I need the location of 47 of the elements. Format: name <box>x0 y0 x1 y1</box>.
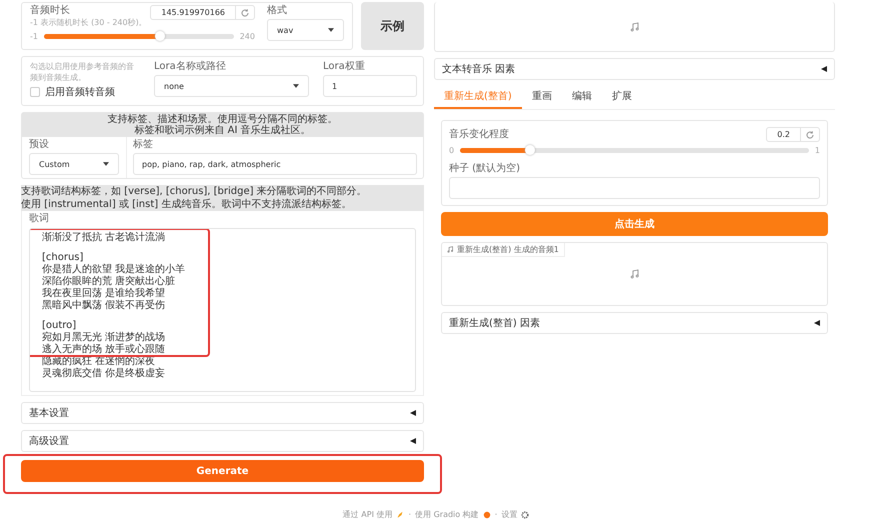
lora-weight-label: Lora权重 <box>323 61 365 73</box>
slider-min: 0 <box>449 146 454 155</box>
settings-accordion[interactable]: 高级设置 <box>21 430 424 452</box>
duration-label: 音频时长 <box>30 5 70 17</box>
tags-info: 支持标签、描述和场景。使用逗号分隔不同的标签。 标签和歌词示例来自 AI 音乐生成社区。 <box>22 113 423 137</box>
tab[interactable]: 重画 <box>522 86 562 109</box>
format-label: 格式 <box>267 5 287 17</box>
settings-accordion[interactable]: 基本设置 <box>21 402 424 424</box>
slider-min: -1 <box>30 32 38 41</box>
variance-label: 音乐变化程度 <box>449 128 509 140</box>
tab[interactable]: 编辑 <box>562 86 602 109</box>
text2music-accordion[interactable]: 文本转音乐 因素 <box>434 58 835 80</box>
duration-slider[interactable] <box>44 34 234 39</box>
tags-input[interactable]: pop, piano, rap, dark, atmospheric <box>133 153 417 175</box>
lora-name-dropdown[interactable]: none <box>154 75 309 97</box>
separator: · <box>494 510 498 519</box>
reset-icon[interactable] <box>805 130 815 140</box>
variance-slider[interactable] <box>460 148 809 153</box>
seed-input[interactable] <box>449 177 820 199</box>
settings-icon <box>521 510 530 518</box>
separator: · <box>408 510 412 519</box>
caret-icon <box>103 162 109 166</box>
reset-icon[interactable] <box>240 8 250 18</box>
music-note-icon <box>447 246 454 253</box>
retake-accordion[interactable]: 重新生成(整首) 因素 <box>441 312 828 334</box>
seed-label: 种子 (默认为空) <box>449 163 520 175</box>
preset-label: 预设 <box>29 139 49 151</box>
duration-hint: -1 表示随机时长 (30 - 240秒)。 <box>30 17 147 28</box>
audio2audio-checkbox[interactable]: 启用音频转音频 <box>30 85 115 99</box>
example-button[interactable]: 示例 <box>361 2 424 50</box>
slider-max: 1 <box>814 146 820 155</box>
audio2audio-hint: 勾选以启用使用参考音频的音频到音频生成。 <box>30 61 135 83</box>
tags-label: 标签 <box>133 139 153 151</box>
caret-icon <box>293 84 299 88</box>
lyrics-info: 支持歌词结构标签，如 [verse], [chorus], [bridge] 来分隔歌词的不同部分。 使用 [instrumental] 或 [inst] 生成纯音乐。歌词中不支持流派结构标签。 <box>21 185 424 211</box>
caret-icon <box>328 28 334 32</box>
logo-icon <box>482 510 491 518</box>
audio-output-label: 重新生成(整首) 生成的音频1 <box>457 244 559 255</box>
lora-weight-input[interactable]: 1 <box>323 75 417 97</box>
preset-dropdown[interactable]: Custom <box>29 153 119 175</box>
slider-max: 240 <box>240 32 255 41</box>
lyrics-label: 歌词 <box>29 213 49 225</box>
tab[interactable]: 扩展 <box>602 86 642 109</box>
format-dropdown[interactable]: wav <box>267 19 344 41</box>
lora-name-label: Lora名称或路径 <box>154 61 226 73</box>
music-note-icon <box>630 22 640 32</box>
music-note-icon <box>630 269 640 279</box>
